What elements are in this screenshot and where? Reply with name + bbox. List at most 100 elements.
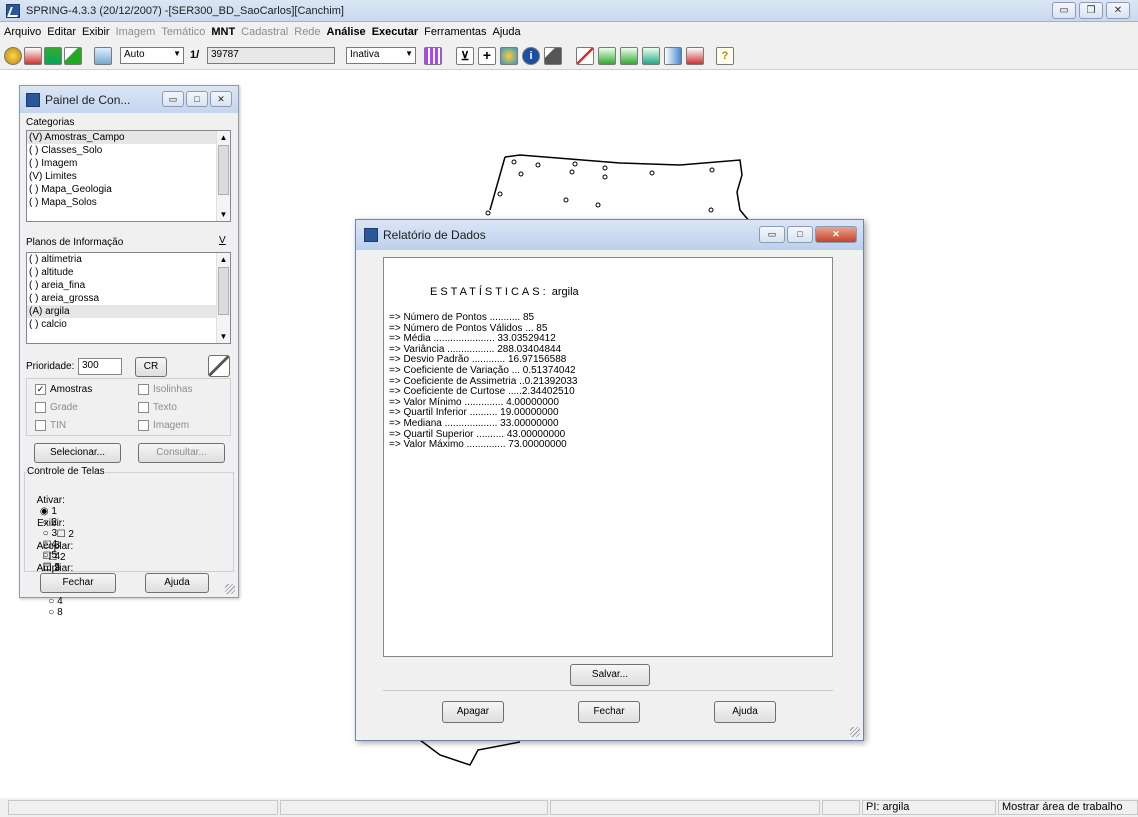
undo-icon[interactable] [686,47,704,65]
status-bar: PI: argila Mostrar área de trabalho [0,798,1138,817]
checkbox-grade[interactable]: Grade [35,402,78,413]
restore-icon[interactable]: ❐ [1079,2,1103,19]
scale-mode-select[interactable]: Auto [120,47,184,64]
category-item[interactable]: (V) Limites [27,170,230,183]
edit-pencil-icon[interactable] [208,355,230,377]
plane-item[interactable]: ( ) areia_fina [27,279,230,292]
checkbox-box[interactable] [35,402,46,413]
sample-point [602,165,608,171]
layers-icon[interactable] [44,47,62,65]
checkbox-box[interactable] [138,384,149,395]
arrow-left-icon[interactable] [664,47,682,65]
menu-rede[interactable]: Rede [294,26,320,38]
help-icon[interactable]: ? [716,47,734,65]
close-button[interactable]: Fechar [578,701,640,723]
menu-ferramentas[interactable]: Ferramentas [424,26,486,38]
categories-scrollbar[interactable]: ▲ ▼ [216,131,230,221]
plane-item[interactable]: ( ) altimetria [27,253,230,266]
select-button[interactable]: Selecionar... [34,443,121,463]
menu-analise[interactable]: Análise [327,26,366,38]
show-workspace-button[interactable]: Mostrar área de trabalho [998,800,1138,815]
eraser-icon[interactable] [544,47,562,65]
resize-grip-icon[interactable] [225,584,235,594]
scroll-down-icon[interactable]: ▼ [217,208,230,221]
menu-executar[interactable]: Executar [372,26,418,38]
resize-grip-icon[interactable] [850,727,860,737]
checkbox-box[interactable] [138,420,149,431]
plane-item[interactable]: ( ) calcio [27,318,230,331]
scroll-down-icon[interactable]: ▼ [217,330,230,343]
cr-button[interactable]: CR [135,357,167,377]
database-icon[interactable] [4,47,22,65]
menu-tematico[interactable]: Temático [161,26,205,38]
scroll-up-icon[interactable]: ▲ [217,253,230,266]
close-icon[interactable]: ✕ [1106,2,1130,19]
scroll-thumb[interactable] [218,145,229,195]
panel-help-button[interactable]: Ajuda [145,573,209,593]
checkbox-texto[interactable]: Texto [138,402,177,413]
tool-1-icon[interactable] [598,47,616,65]
category-item[interactable]: ( ) Mapa_Geologia [27,183,230,196]
report-text-area[interactable]: ESTATÍSTICAS: argila => Número de Pontos… [383,257,833,657]
planes-scrollbar[interactable]: ▲ ▼ [216,253,230,343]
checkbox-imagem[interactable]: Imagem [138,420,189,431]
pan-icon[interactable] [500,47,518,65]
clear-button[interactable]: Apagar [442,701,504,723]
radio-icon[interactable]: ○ [37,596,57,607]
plane-item[interactable]: (A) argila [27,305,230,318]
checkbox-tin[interactable]: TIN [35,420,66,431]
status-cell [8,800,278,815]
report-header-variable: argila [551,286,579,298]
info-icon[interactable]: i [522,47,540,65]
zoom-window-icon[interactable]: ⊻ [456,47,474,65]
priority-input[interactable]: 300 [78,358,122,375]
planes-list[interactable]: ( ) altimetria ( ) altitude ( ) areia_fi… [26,252,231,344]
minimize-icon[interactable]: ▭ [1052,2,1076,19]
display-icon[interactable] [94,47,112,65]
category-item[interactable]: ( ) Classes_Solo [27,144,230,157]
help-button[interactable]: Ajuda [714,701,776,723]
menu-arquivo[interactable]: Arquivo [4,26,41,38]
close-icon[interactable]: ✕ [210,91,232,107]
minimize-icon[interactable]: ▭ [162,91,184,107]
radio-icon[interactable]: ○ [37,607,57,618]
menu-editar[interactable]: Editar [47,26,76,38]
save-button[interactable]: Salvar... [570,664,650,686]
menu-ajuda[interactable]: Ajuda [493,26,521,38]
spring-app-icon [6,3,20,18]
category-item[interactable]: ( ) Mapa_Solos [27,196,230,209]
scroll-thumb[interactable] [218,267,229,315]
plane-item[interactable]: ( ) altitude [27,266,230,279]
draw-icon[interactable] [64,47,82,65]
control-panel-title: Painel de Con... [45,92,131,107]
maximize-icon[interactable]: □ [186,91,208,107]
checkbox-box[interactable] [138,402,149,413]
menu-mnt[interactable]: MNT [211,26,235,38]
consult-button[interactable]: Consultar... [138,443,225,463]
checkbox-box[interactable]: ✓ [35,384,46,395]
planes-visibility-toggle[interactable]: V [219,235,226,246]
category-item[interactable]: (V) Amostras_Campo [27,131,230,144]
plus-icon[interactable]: + [478,47,496,65]
maximize-icon[interactable]: □ [787,226,813,243]
scroll-up-icon[interactable]: ▲ [217,131,230,144]
menu-exibir[interactable]: Exibir [82,26,110,38]
checkbox-amostras[interactable]: ✓ Amostras [35,384,92,395]
categories-list[interactable]: (V) Amostras_Campo ( ) Classes_Solo ( ) … [26,130,231,222]
menu-imagem[interactable]: Imagem [116,26,156,38]
menu-cadastral[interactable]: Cadastral [241,26,288,38]
tool-3-icon[interactable] [642,47,660,65]
panel-close-button[interactable]: Fechar [40,573,116,593]
plane-item[interactable]: ( ) areia_grossa [27,292,230,305]
checkbox-box[interactable] [35,420,46,431]
checkbox-isolinhas[interactable]: Isolinhas [138,384,192,395]
tool-2-icon[interactable] [620,47,638,65]
scale-value-field[interactable]: 39787 [207,47,335,64]
category-item[interactable]: ( ) Imagem [27,157,230,170]
edit-line-icon[interactable] [576,47,594,65]
project-icon[interactable] [24,47,42,65]
minimize-icon[interactable]: ▭ [759,226,785,243]
close-icon[interactable]: ✕ [815,226,857,243]
mode-select[interactable]: Inativa [346,47,416,64]
palette-icon[interactable] [424,47,442,65]
